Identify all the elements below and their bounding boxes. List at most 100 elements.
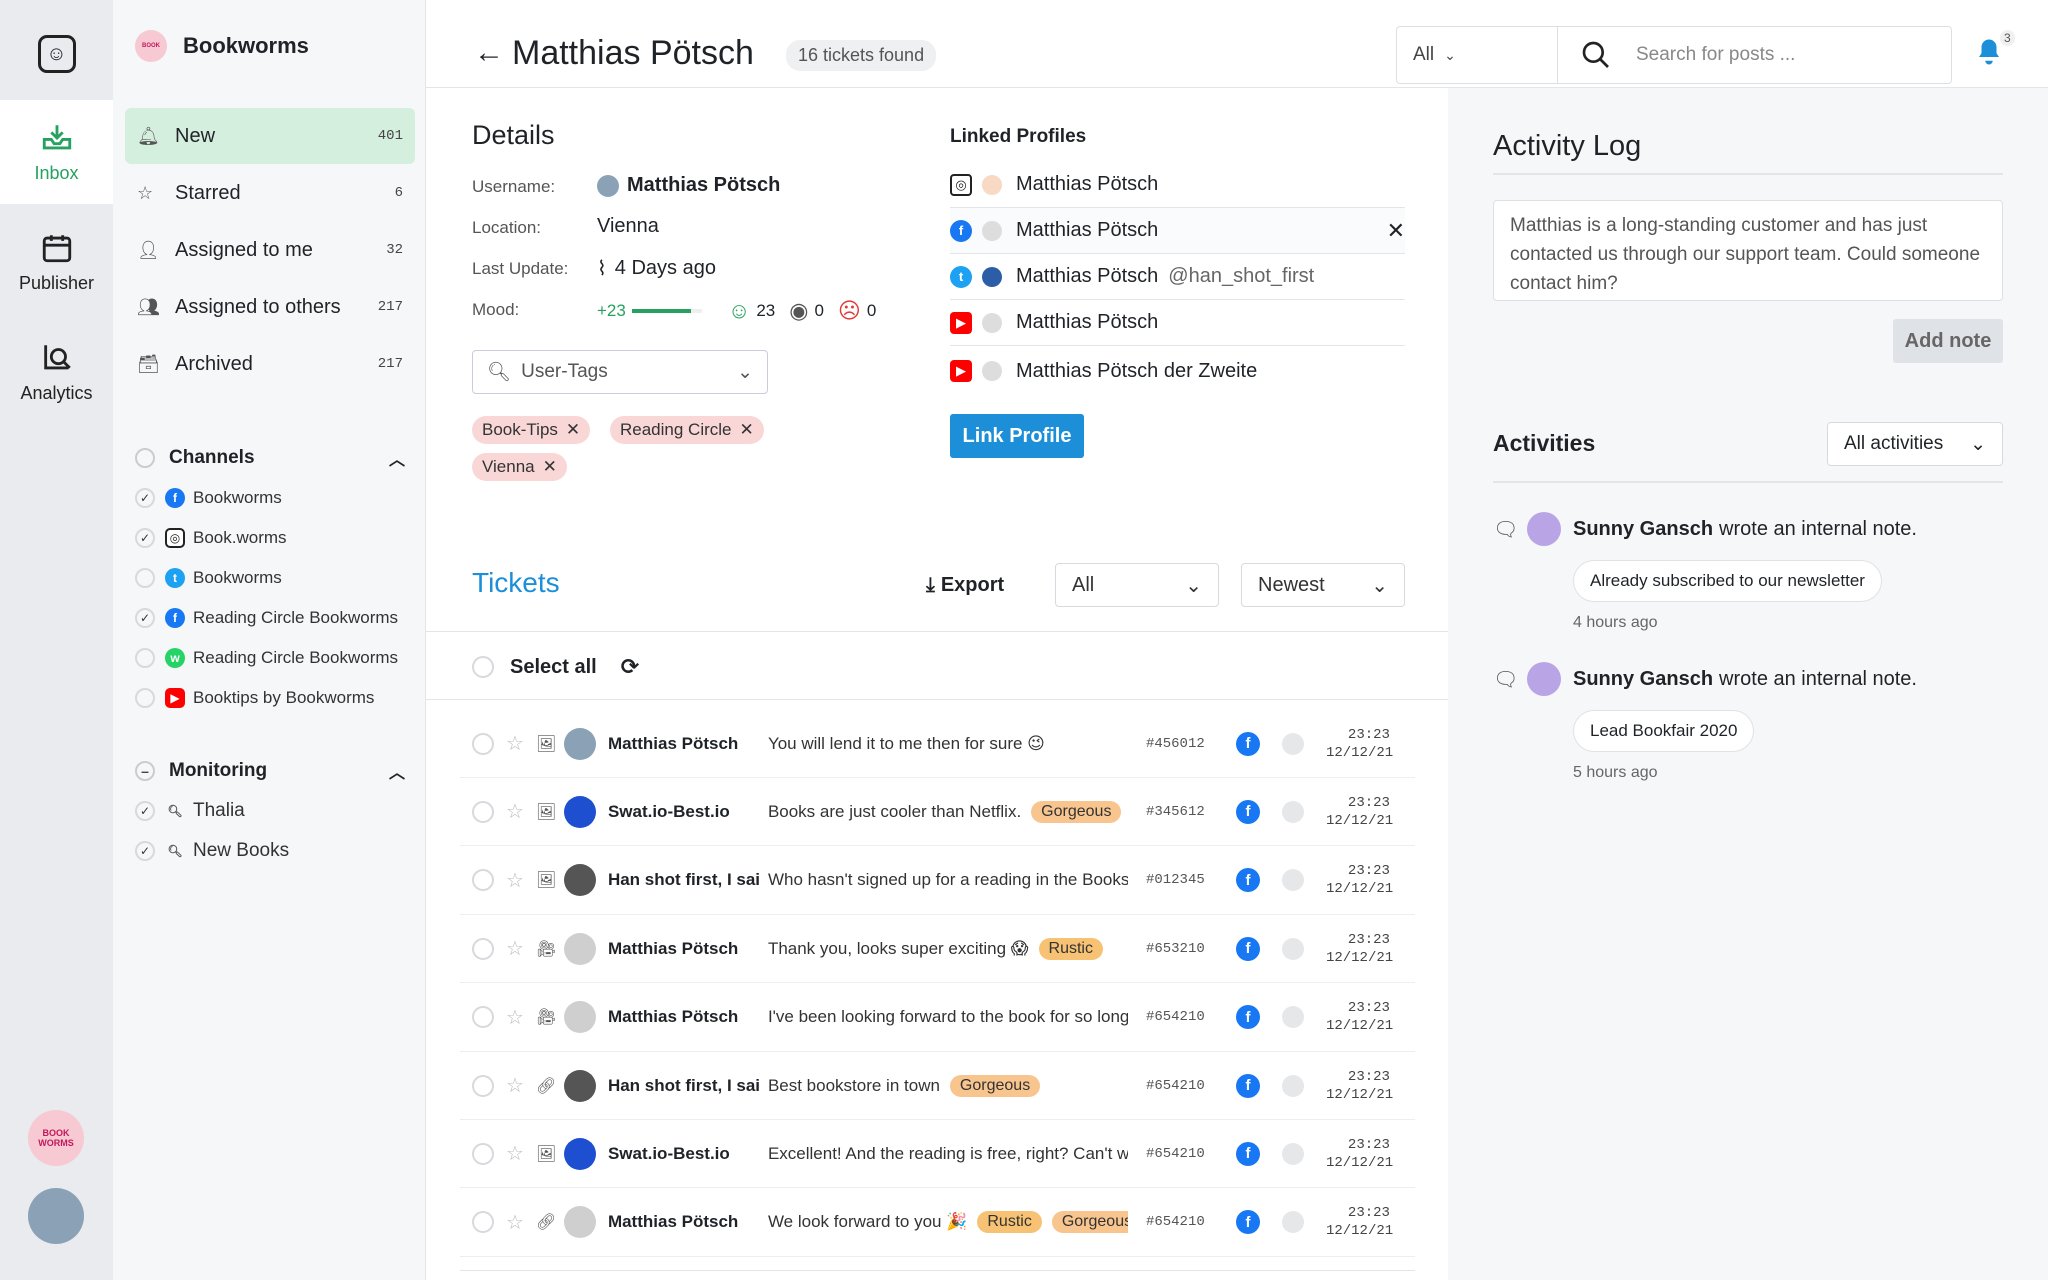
user-avatar[interactable] — [28, 1188, 84, 1244]
star-icon[interactable]: ☆ — [506, 936, 524, 961]
row-checkbox[interactable] — [472, 732, 494, 755]
linked-profile-row[interactable]: f Matthias Pötsch ✕ — [950, 208, 1405, 254]
star-icon[interactable]: ☆ — [506, 1210, 524, 1235]
channels-select-circle[interactable] — [135, 448, 155, 468]
monitoring-section-header[interactable]: – Monitoring ︿ — [135, 759, 405, 783]
nav-item-new[interactable]: 🔔︎ New 401 — [125, 108, 415, 164]
unlink-close-icon[interactable]: ✕ — [1387, 218, 1405, 244]
nav-item-starred[interactable]: ☆ Starred 6 — [125, 165, 415, 221]
assignee-avatar[interactable] — [1281, 1142, 1304, 1165]
star-icon[interactable]: ☆ — [506, 731, 524, 756]
ticket-time: 23:23 12/12/21 — [1326, 726, 1393, 762]
brand[interactable]: BOOK Bookworms — [135, 30, 309, 62]
tickets-filter-select[interactable]: All ⌄ — [1055, 563, 1219, 607]
user-tags-select[interactable]: 🔍︎ User-Tags ⌄ — [472, 350, 768, 394]
channel-item[interactable]: t Bookworms — [135, 563, 405, 593]
assignee-avatar[interactable] — [1281, 1006, 1304, 1029]
back-arrow-icon[interactable]: ← — [474, 36, 504, 70]
app-logo[interactable]: ☺ — [0, 0, 113, 108]
row-checkbox[interactable] — [472, 1006, 494, 1029]
row-checkbox[interactable] — [472, 1074, 494, 1097]
search-filter-select[interactable]: All ⌄ — [1396, 26, 1557, 84]
select-all-checkbox[interactable] — [472, 656, 494, 678]
activity-author[interactable]: Sunny Gansch — [1573, 518, 1713, 541]
assignee-avatar[interactable] — [1281, 1211, 1304, 1234]
export-button[interactable]: ⤓ Export — [926, 574, 1004, 597]
user-tag[interactable]: Reading Circle ✕ — [610, 416, 764, 444]
check-icon[interactable]: ✓ — [135, 528, 155, 548]
nav-item-assigned-to-me[interactable]: 👤︎ Assigned to me 32 — [125, 222, 415, 278]
table-row[interactable]: ☆ 🔗︎ Matthias Pötsch We look forward to you… — [460, 1189, 1415, 1257]
link-profile-button[interactable]: Link Profile — [950, 414, 1084, 458]
workspace-avatar[interactable]: BOOK WORMS — [28, 1110, 84, 1166]
nav-item-archived[interactable]: 🗃︎ Archived 217 — [125, 336, 415, 392]
sidebar: BOOK Bookworms 🔔︎ New 401 ☆ Starred 6 👤︎ Assi… — [113, 0, 426, 1280]
note-textarea[interactable]: Matthias is a long-standing customer and… — [1493, 200, 2003, 301]
check-icon[interactable]: ✓ — [135, 608, 155, 628]
activity-author[interactable]: Sunny Gansch — [1573, 668, 1713, 691]
check-icon[interactable]: ✓ — [135, 801, 155, 821]
monitoring-select-circle[interactable]: – — [135, 761, 155, 781]
search-input[interactable]: Search for posts ... — [1557, 26, 1952, 84]
table-row[interactable]: ☆ 🖼︎ Han shot first, I said Who hasn't sign… — [460, 847, 1415, 915]
channels-section-header[interactable]: Channels ︿ — [135, 446, 405, 470]
table-row[interactable]: ☆ 🖼︎ Swat.io-Best.io Excellent! And the rea… — [460, 1120, 1415, 1189]
user-tag[interactable]: Book-Tips ✕ — [472, 416, 591, 444]
row-checkbox[interactable] — [472, 800, 494, 823]
ticket-user: Han shot first, I said — [607, 1075, 760, 1095]
nav-item-assigned-to-others[interactable]: 👥︎ Assigned to others 217 — [125, 279, 415, 335]
user-tag[interactable]: Vienna ✕ — [472, 453, 567, 481]
row-checkbox[interactable] — [472, 1142, 494, 1165]
linked-profile-row[interactable]: ▶ Matthias Pötsch — [950, 300, 1405, 346]
remove-tag-icon[interactable]: ✕ — [543, 457, 557, 477]
star-icon[interactable]: ☆ — [506, 799, 524, 824]
row-checkbox[interactable] — [472, 1211, 494, 1234]
row-checkbox[interactable] — [472, 937, 494, 960]
table-row[interactable]: ☆ 🎥︎ Matthias Pötsch I've been looking forw… — [460, 984, 1415, 1052]
linked-profile-row[interactable]: ▶ Matthias Pötsch der Zweite — [950, 348, 1405, 394]
table-row[interactable]: ☆ 🖼︎ Swat.io-Best.io Books are just cooler … — [460, 778, 1415, 847]
check-empty-icon[interactable] — [135, 648, 155, 668]
check-icon[interactable]: ✓ — [135, 488, 155, 508]
assignee-avatar[interactable] — [1281, 869, 1304, 892]
channel-item[interactable]: ✓ f Reading Circle Bookworms — [135, 603, 405, 633]
tickets-sort-select[interactable]: Newest ⌄ — [1241, 563, 1405, 607]
channel-label: Booktips by Bookworms — [193, 688, 375, 707]
star-icon[interactable]: ☆ — [506, 1005, 524, 1030]
rail-item-publisher[interactable]: Publisher — [0, 210, 113, 314]
chevron-up-icon[interactable]: ︿ — [389, 446, 405, 470]
add-note-button[interactable]: Add note — [1893, 319, 2003, 363]
row-checkbox[interactable] — [472, 869, 494, 892]
refresh-icon[interactable]: ⟳ — [621, 654, 639, 680]
assignee-avatar[interactable] — [1281, 800, 1304, 823]
assignee-avatar[interactable] — [1281, 937, 1304, 960]
channel-item[interactable]: ▶ Booktips by Bookworms — [135, 683, 405, 713]
chevron-up-icon[interactable]: ︿ — [389, 759, 405, 783]
table-row[interactable]: ☆ 🎥︎ Matthias Pötsch Thank you, looks super… — [460, 915, 1415, 984]
check-icon[interactable]: ✓ — [135, 841, 155, 861]
check-empty-icon[interactable] — [135, 568, 155, 588]
rail-item-inbox[interactable]: Inbox — [0, 100, 113, 204]
select-all[interactable]: Select all ⟳ — [472, 654, 639, 680]
channel-item[interactable]: ✓ ◎ Book.worms — [135, 523, 405, 553]
linked-profile-row[interactable]: ◎ Matthias Pötsch — [950, 162, 1405, 208]
notifications-button[interactable]: 3 — [1974, 30, 2015, 75]
channel-item[interactable]: w Reading Circle Bookworms — [135, 643, 405, 673]
remove-tag-icon[interactable]: ✕ — [566, 420, 580, 440]
linked-profile-row[interactable]: t Matthias Pötsch @han_shot_first — [950, 254, 1405, 300]
channels-title: Channels — [169, 447, 255, 468]
table-row[interactable]: ☆ 🖼︎ Matthias Pötsch You will lend it to me… — [460, 710, 1415, 778]
star-icon[interactable]: ☆ — [506, 1141, 524, 1166]
remove-tag-icon[interactable]: ✕ — [740, 420, 754, 440]
monitoring-item[interactable]: ✓ 🔍︎ New Books — [135, 836, 405, 866]
check-empty-icon[interactable] — [135, 688, 155, 708]
channel-item[interactable]: ✓ f Bookworms — [135, 483, 405, 513]
monitoring-item[interactable]: ✓ 🔍︎ Thalia — [135, 796, 405, 826]
star-icon[interactable]: ☆ — [506, 1073, 524, 1098]
rail-item-analytics[interactable]: Analytics — [0, 320, 113, 424]
activities-filter-select[interactable]: All activities ⌄ — [1827, 422, 2003, 466]
assignee-avatar[interactable] — [1281, 1074, 1304, 1097]
star-icon[interactable]: ☆ — [506, 868, 524, 893]
assignee-avatar[interactable] — [1281, 732, 1304, 755]
table-row[interactable]: ☆ 🔗︎ Han shot first, I said Best bookstore … — [460, 1052, 1415, 1120]
